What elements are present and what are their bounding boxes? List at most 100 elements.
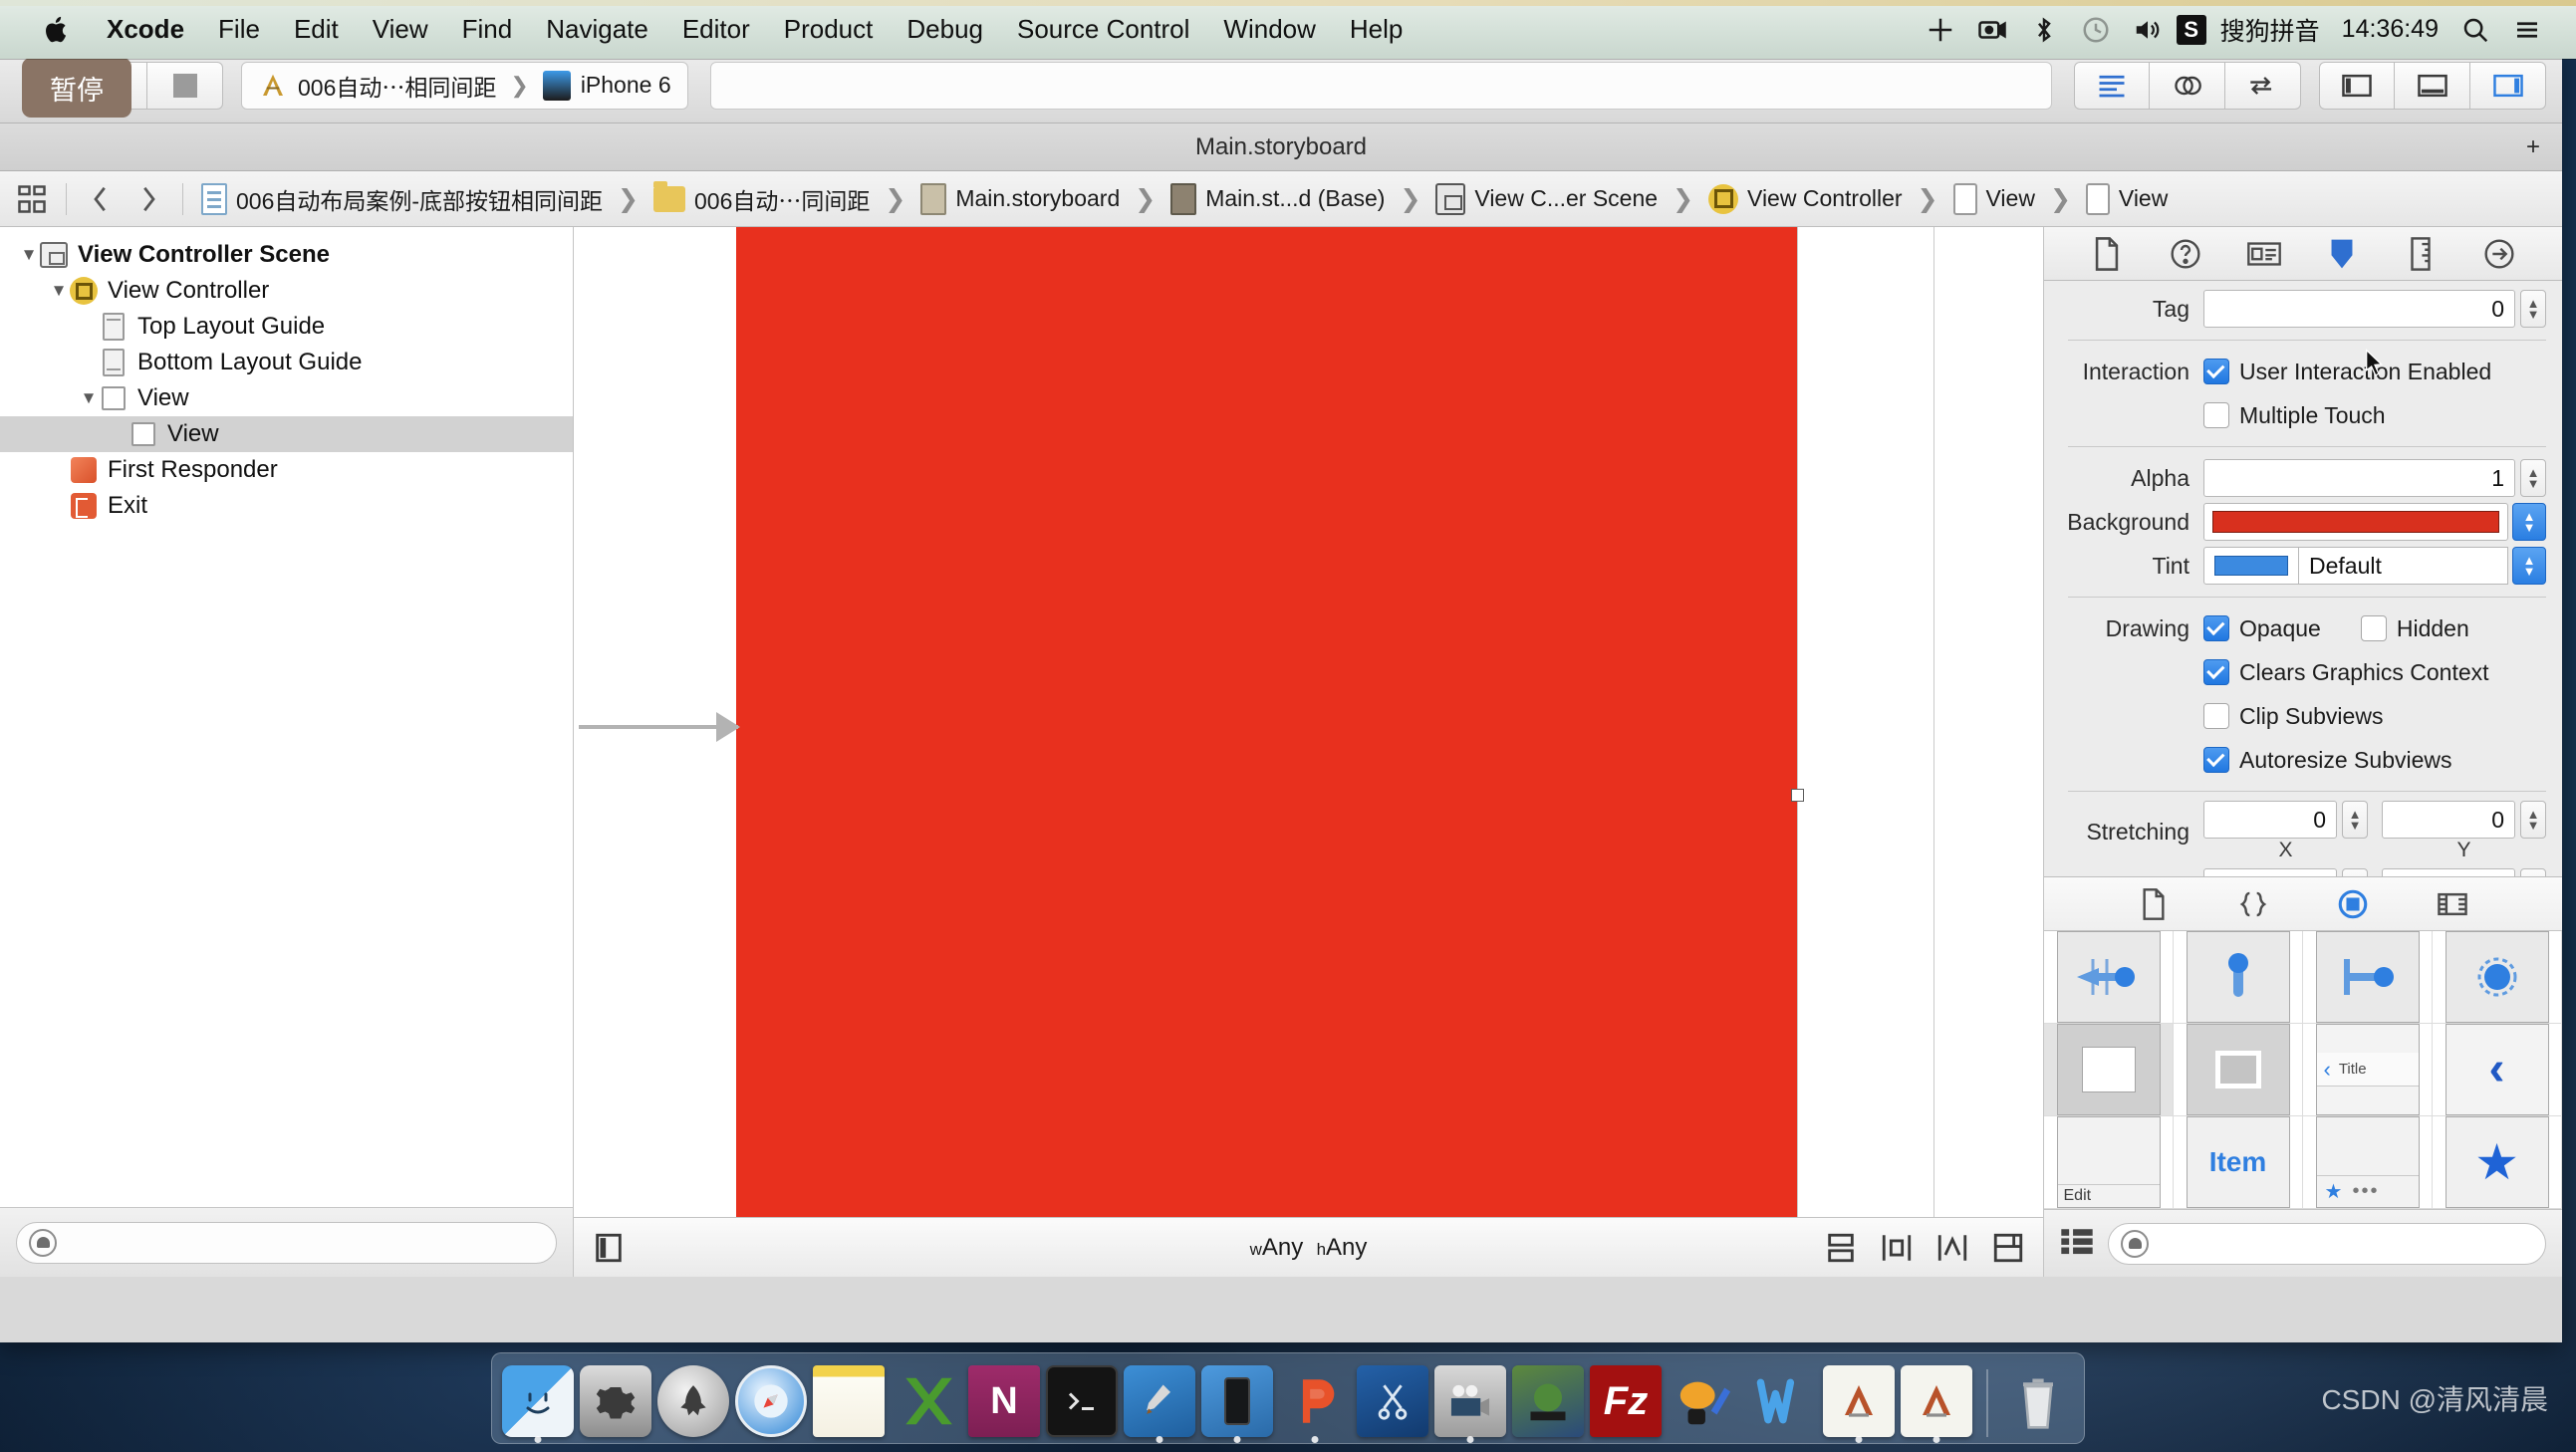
stretch-width-stepper[interactable]: ▲▼ — [2342, 868, 2368, 877]
identity-inspector-icon[interactable] — [2241, 231, 2287, 277]
clears-graphics-context-checkbox[interactable] — [2203, 659, 2229, 686]
library-item-horizontal-space[interactable] — [2044, 931, 2174, 1025]
library-list-view-icon[interactable] — [2060, 1226, 2094, 1261]
alpha-input[interactable]: 1 — [2203, 459, 2515, 498]
volume-icon[interactable] — [2125, 7, 2171, 53]
selection-handle[interactable] — [1791, 789, 1804, 802]
twisty-down-icon[interactable]: ▼ — [18, 244, 40, 266]
menu-xcode[interactable]: Xcode — [90, 0, 201, 59]
outline-row-exit[interactable]: Exit — [0, 488, 573, 524]
library-item-leading-space[interactable] — [2303, 931, 2433, 1025]
notes-icon[interactable] — [813, 1365, 885, 1437]
tint-value[interactable]: Default — [2299, 547, 2508, 586]
tag-input[interactable]: 0 — [2203, 290, 2515, 329]
menu-file[interactable]: File — [201, 0, 277, 59]
attributes-inspector-icon[interactable] — [2319, 231, 2365, 277]
outline-row-first-responder[interactable]: First Responder — [0, 452, 573, 488]
library-search-field[interactable] — [2108, 1222, 2546, 1265]
user-interaction-enabled-checkbox[interactable] — [2203, 359, 2229, 385]
library-item-navigation-item[interactable]: ‹ — [2433, 1024, 2562, 1117]
menu-debug[interactable]: Debug — [890, 0, 1000, 59]
library-item-toolbar[interactable]: Edit — [2044, 1116, 2174, 1210]
menu-editor[interactable]: Editor — [665, 0, 767, 59]
launchpad-icon[interactable] — [657, 1365, 729, 1437]
library-item-view[interactable] — [2044, 1024, 2174, 1117]
breadcrumb-project[interactable]: 006自动布局案例-底部按钮相同间距 — [195, 182, 609, 216]
autoresize-subviews-checkbox[interactable] — [2203, 747, 2229, 774]
simulator-icon[interactable] — [1201, 1365, 1273, 1443]
stretch-width-input[interactable]: 1 — [2203, 868, 2337, 877]
quicktime-icon[interactable] — [1434, 1365, 1506, 1443]
safari-icon[interactable] — [735, 1365, 807, 1437]
stretch-y-input[interactable]: 0 — [2382, 801, 2515, 840]
breadcrumb-view-child[interactable]: View — [2080, 182, 2174, 215]
stretch-y-stepper[interactable]: ▲ ▼ — [2520, 801, 2546, 840]
menu-product[interactable]: Product — [767, 0, 891, 59]
stop-icon[interactable] — [147, 61, 223, 110]
outline-row-view-controller[interactable]: ▼ View Controller — [0, 273, 573, 309]
system-preferences-icon[interactable] — [580, 1365, 651, 1437]
twisty-down-icon[interactable]: ▼ — [48, 280, 70, 302]
multiple-touch-checkbox[interactable] — [2203, 402, 2229, 429]
clip-subviews-checkbox[interactable] — [2203, 703, 2229, 730]
scheme-selector[interactable]: 006自动⋯相同间距 ❯ iPhone 6 — [241, 61, 688, 110]
snipping-tool-icon[interactable] — [1357, 1365, 1428, 1437]
connections-inspector-icon[interactable] — [2476, 231, 2522, 277]
object-library-icon[interactable] — [2331, 882, 2375, 926]
apple-icon[interactable] — [40, 10, 74, 50]
outline-filter-input[interactable] — [57, 1229, 544, 1256]
library-item-vertical-space[interactable] — [2174, 931, 2303, 1025]
terminal-icon[interactable] — [1046, 1365, 1118, 1437]
filezilla-icon[interactable]: Fz — [1590, 1365, 1662, 1437]
editor-version-icon[interactable] — [2225, 61, 2301, 110]
media-library-icon[interactable] — [2431, 882, 2474, 926]
stretch-x-stepper[interactable]: ▲ ▼ — [2342, 801, 2368, 840]
library-item-tab-bar[interactable]: ★ ••• — [2303, 1116, 2433, 1210]
breadcrumb-scene[interactable]: View C...er Scene — [1429, 182, 1664, 215]
fifo-icon[interactable] — [1512, 1365, 1584, 1437]
toggle-utilities-icon[interactable] — [2470, 61, 2546, 110]
size-class-label[interactable]: wAny hAny — [574, 1234, 2043, 1262]
excel-icon[interactable] — [891, 1365, 962, 1437]
menu-window[interactable]: Window — [1206, 0, 1332, 59]
library-item-aspect-ratio[interactable] — [2433, 931, 2562, 1025]
search-icon[interactable] — [2452, 7, 2498, 53]
hidden-checkbox[interactable] — [2360, 615, 2387, 642]
opaque-checkbox[interactable] — [2203, 615, 2229, 642]
related-items-icon[interactable] — [10, 177, 54, 221]
library-item-container-view[interactable] — [2174, 1024, 2303, 1117]
stretch-x-input[interactable]: 0 — [2203, 801, 2337, 840]
menu-view[interactable]: View — [356, 0, 445, 59]
powerpoint-icon[interactable] — [1279, 1365, 1351, 1443]
toggle-debug-area-icon[interactable] — [2395, 61, 2470, 110]
alpha-stepper[interactable]: ▲ ▼ — [2520, 459, 2546, 498]
size-inspector-icon[interactable] — [2398, 231, 2444, 277]
library-item-bar-button-item[interactable]: Item — [2174, 1116, 2303, 1210]
pin-icon[interactable] — [1935, 1231, 1969, 1265]
bluetooth-icon[interactable] — [2021, 7, 2067, 53]
xcode-icon[interactable] — [1124, 1365, 1195, 1443]
library-item-tab-bar-item[interactable]: ★ — [2433, 1116, 2562, 1210]
resolve-auto-layout-issues-icon[interactable] — [1991, 1231, 2025, 1265]
stretch-height-stepper[interactable]: ▲▼ — [2520, 868, 2546, 877]
outline-row-view-child[interactable]: View — [0, 416, 573, 452]
menu-edit[interactable]: Edit — [277, 0, 356, 59]
menu-help[interactable]: Help — [1333, 0, 1419, 59]
library-search-input[interactable] — [2149, 1230, 2533, 1257]
onenote-icon[interactable]: N — [968, 1365, 1040, 1437]
align-icon[interactable] — [1880, 1231, 1914, 1265]
menu-find[interactable]: Find — [445, 0, 530, 59]
tag-stepper[interactable]: ▲ ▼ — [2520, 290, 2546, 329]
background-color-well[interactable] — [2203, 503, 2508, 542]
outline-row-bottom-layout-guide[interactable]: Bottom Layout Guide — [0, 345, 573, 380]
menubar-clock[interactable]: 14:36:49 — [2334, 15, 2447, 44]
file-inspector-icon[interactable] — [2084, 231, 2130, 277]
background-color-popup-button[interactable]: ▲ ▼ — [2512, 503, 2546, 542]
navigate-back-icon[interactable] — [79, 177, 123, 221]
selected-red-view[interactable] — [736, 227, 1797, 1217]
xcode-alt-icon[interactable] — [1901, 1365, 1972, 1443]
tint-popup-button[interactable]: ▲ ▼ — [2512, 547, 2546, 586]
breadcrumb-folder[interactable]: 006自动⋯同间距 — [647, 180, 876, 216]
library-item-navigation-bar[interactable]: ‹ Title — [2303, 1024, 2433, 1117]
outline-filter-field[interactable] — [16, 1221, 557, 1264]
